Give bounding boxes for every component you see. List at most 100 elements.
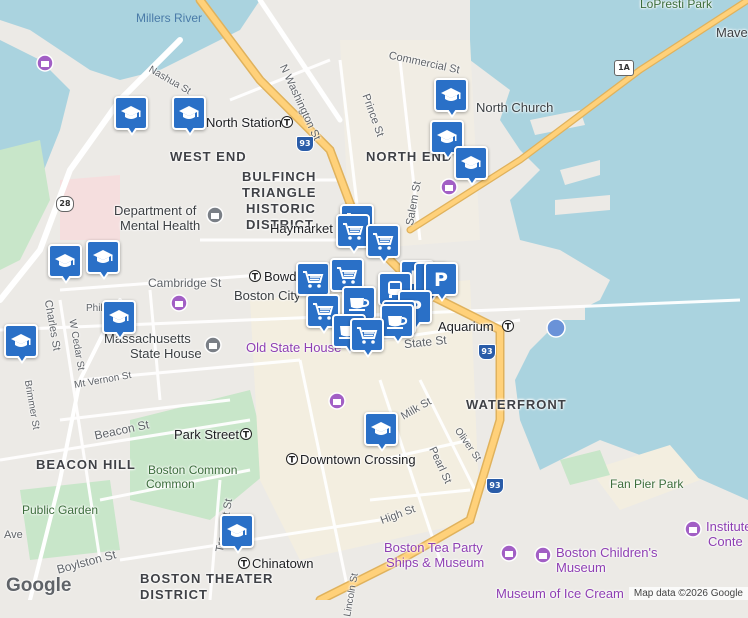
graduation-cap-icon (178, 104, 200, 122)
millers-river-label: Millers River (136, 11, 202, 25)
lopresti-park-label: LoPresti Park (640, 0, 713, 11)
school-marker[interactable] (48, 244, 82, 284)
graduation-cap-icon (10, 332, 32, 350)
graduation-cap-icon (54, 252, 76, 270)
transit-icon: T (249, 270, 261, 282)
transit-icon: T (281, 116, 293, 128)
graduation-cap-icon (108, 308, 130, 326)
downtown-crossing-label: Downtown Crossing (300, 452, 416, 467)
cambridge-st-label: Cambridge St (148, 276, 222, 290)
old-state-house-label: Old State House (246, 340, 342, 355)
shopping-cart-icon (336, 265, 358, 285)
boston-common-label: Boston Common (148, 463, 238, 477)
school-marker[interactable] (434, 78, 468, 118)
north-church-label: North Church (476, 100, 554, 115)
svg-text:T: T (289, 456, 296, 466)
museum-of-ice-cream-label: Museum of Ice Cream (496, 586, 624, 601)
svg-text:T: T (252, 273, 259, 283)
svg-text:P: P (434, 269, 448, 289)
graduation-cap-icon (226, 522, 248, 540)
interstate-shield: 93 (486, 478, 504, 494)
school-marker[interactable] (4, 324, 38, 364)
waterfront-label: WATERFRONT (466, 397, 567, 412)
parking-icon: P (431, 269, 451, 289)
grocery-marker[interactable] (350, 318, 384, 358)
boston-theater-label: BOSTON THEATER (140, 571, 274, 586)
svg-text:T: T (243, 431, 250, 441)
aquarium-label: Aquarium (438, 319, 494, 334)
museum-pin-icon[interactable] (170, 294, 188, 312)
north-station-label: North Station (206, 115, 282, 130)
school-marker[interactable] (220, 514, 254, 554)
interstate-shield: 93 (296, 136, 314, 152)
museum-pin-icon[interactable] (534, 546, 552, 564)
shopping-cart-icon (342, 221, 364, 241)
fan-pier-park-label: Fan Pier Park (610, 477, 684, 491)
mave-label: Mave (716, 25, 748, 40)
boston-common-label-2: Common (146, 477, 195, 491)
graduation-cap-icon (436, 128, 458, 146)
graduation-cap-icon (120, 104, 142, 122)
coffee-cup-icon (348, 294, 370, 312)
svg-text:T: T (284, 119, 291, 129)
svg-text:T: T (241, 560, 248, 570)
graduation-cap-icon (460, 154, 482, 172)
graduation-cap-icon (440, 86, 462, 104)
museum-pin-icon[interactable] (328, 392, 346, 410)
school-marker[interactable] (86, 240, 120, 280)
shopping-cart-icon (356, 325, 378, 345)
graduation-cap-icon (370, 420, 392, 438)
graduation-cap-icon (92, 248, 114, 266)
route-shield: 1A (614, 60, 634, 76)
transit-icon: T (240, 428, 252, 440)
transit-icon: T (502, 320, 514, 332)
haymarket-label: Haymarket (270, 221, 333, 236)
svg-text:T: T (505, 323, 512, 333)
boston-city-label: Boston City (234, 288, 301, 303)
museum-pin-icon[interactable] (440, 178, 458, 196)
ferry-pin-icon[interactable] (546, 318, 566, 338)
state-house-label: State House (130, 346, 202, 361)
school-marker[interactable] (454, 146, 488, 186)
map-attribution: Map data ©2026 Google (628, 587, 748, 600)
grocery-marker[interactable] (296, 262, 330, 302)
theater-district-label: DISTRICT (140, 587, 208, 602)
coffee-cup-icon (386, 312, 408, 330)
transit-icon: T (286, 453, 298, 465)
school-marker[interactable] (114, 96, 148, 136)
boston-childrens-label: Boston Children's (556, 545, 658, 560)
museum-pin-icon[interactable] (36, 54, 54, 72)
transit-icon: T (238, 557, 250, 569)
school-marker[interactable] (102, 300, 136, 340)
public-garden-label: Public Garden (22, 503, 99, 517)
shopping-cart-icon (312, 301, 334, 321)
beacon-hill-label: BEACON HILL (36, 457, 136, 472)
park-street-label: Park Street (174, 427, 240, 442)
ave-label: Ave (4, 529, 23, 541)
west-end-label: WEST END (170, 149, 247, 164)
boston-tea-party-label: Boston Tea Party (384, 540, 483, 555)
historic-label: HISTORIC (246, 201, 316, 216)
google-logo: Google (6, 575, 72, 596)
grocery-marker[interactable] (366, 224, 400, 264)
conte-label: Conte (708, 534, 743, 549)
chinatown-label: Chinatown (252, 556, 314, 571)
ships-museum-label: Ships & Museum (386, 555, 485, 570)
public-garden-park (20, 480, 120, 560)
landmark-pin-icon[interactable] (206, 206, 224, 224)
mental-health-label: Mental Health (120, 218, 201, 233)
museum-label: Museum (556, 560, 606, 575)
cafe-marker[interactable] (380, 304, 414, 344)
grocery-marker[interactable] (336, 214, 370, 254)
museum-pin-icon[interactable] (500, 544, 518, 562)
school-marker[interactable] (364, 412, 398, 452)
school-marker[interactable] (172, 96, 206, 136)
triangle-label: TRIANGLE (242, 185, 317, 200)
shopping-cart-icon (372, 231, 394, 251)
landmark-pin-icon[interactable] (204, 336, 222, 354)
institute-label: Institute (706, 519, 748, 534)
bulfinch-label: BULFINCH (242, 169, 317, 184)
department-of-label: Department of (114, 203, 197, 218)
museum-pin-icon[interactable] (684, 520, 702, 538)
route-shield: 28 (56, 196, 74, 212)
